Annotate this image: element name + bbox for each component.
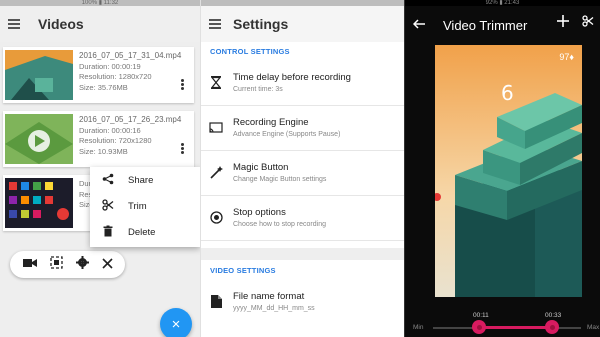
magic-wand-icon — [209, 165, 223, 179]
video-thumbnail-3[interactable] — [5, 178, 73, 228]
settings-app-bar: Settings — [201, 6, 404, 42]
file-icon — [209, 294, 223, 308]
page-title: Video Trimmer — [443, 17, 528, 33]
section-divider — [201, 248, 404, 260]
hourglass-icon — [209, 75, 223, 89]
video-card-1[interactable]: 2016_07_05_17_31_04.mp4 Duration: 00:00:… — [3, 47, 194, 103]
menu-item-trim[interactable]: Trim — [90, 193, 200, 219]
setting-time-delay[interactable]: Time delay before recording Current time… — [201, 62, 404, 106]
share-icon — [102, 173, 114, 188]
setting-subtitle: Advance Engine (Supports Pause) — [233, 131, 341, 138]
menu-item-delete[interactable]: Delete — [90, 219, 200, 245]
menu-item-share[interactable]: Share — [90, 167, 200, 193]
video-size: Size: 35.76MB — [79, 82, 128, 92]
video-card-2[interactable]: 2016_07_05_17_26_23.mp4 Duration: 00:00:… — [3, 111, 194, 167]
videos-panel: 100% ▮ 11:32 Videos 2016_07_05_17_31_04.… — [0, 0, 200, 337]
menu-icon[interactable] — [209, 19, 221, 29]
page-title: Videos — [38, 16, 84, 32]
trim-end-time: 00:33 — [545, 312, 562, 319]
videos-app-bar: Videos — [0, 6, 200, 42]
scissors-icon[interactable] — [582, 14, 594, 32]
radio-icon — [209, 210, 223, 224]
setting-magic-button[interactable]: Magic Button Change Magic Button setting… — [201, 152, 404, 196]
gear-icon[interactable] — [75, 255, 89, 274]
setting-subtitle: Change Magic Button settings — [233, 176, 327, 183]
trim-end-handle[interactable] — [545, 320, 559, 334]
video-filename: 2016_07_05_17_31_04.mp4 — [79, 51, 182, 60]
setting-recording-engine[interactable]: Recording Engine Advance Engine (Support… — [201, 107, 404, 151]
setting-title: Recording Engine — [233, 117, 309, 128]
score-big: 6 — [501, 81, 514, 105]
menu-item-label: Share — [128, 174, 154, 186]
close-fab-button[interactable]: × — [160, 308, 192, 337]
screenshot-icon[interactable] — [49, 255, 63, 274]
section-header-control: CONTROL SETTINGS — [210, 47, 290, 56]
more-options-icon[interactable] — [181, 143, 184, 154]
trash-icon — [102, 225, 114, 240]
setting-subtitle: yyyy_MM_dd_HH_mm_ss — [233, 305, 315, 312]
trim-selected-range — [477, 326, 552, 329]
page-title: Settings — [233, 16, 289, 32]
setting-subtitle: Choose how to stop recording — [233, 221, 326, 228]
section-header-video: VIDEO SETTINGS — [210, 266, 276, 275]
menu-item-label: Trim — [128, 200, 147, 212]
setting-stop-options[interactable]: Stop options Choose how to stop recordin… — [201, 197, 404, 241]
setting-title: Magic Button — [233, 162, 289, 173]
score-small: 97♦ — [559, 52, 574, 62]
close-icon[interactable] — [101, 256, 113, 274]
video-resolution: Resolution: 1280x720 — [79, 72, 152, 81]
cast-icon — [209, 120, 223, 134]
trimmer-panel: 92% ▮ 21:43 Video Trimmer 6 97♦ 00:11 00… — [404, 0, 600, 337]
setting-subtitle: Current time: 3s — [233, 86, 283, 93]
menu-icon[interactable] — [8, 19, 20, 29]
video-resolution: Resolution: 720x1280 — [79, 136, 152, 145]
video-preview[interactable]: 6 97♦ — [435, 45, 582, 297]
video-filename: 2016_07_05_17_26_23.mp4 — [79, 115, 182, 124]
trimmer-app-bar: Video Trimmer — [405, 6, 600, 44]
video-duration: Duration: 00:00:16 — [79, 125, 141, 135]
setting-title: File name format — [233, 291, 305, 302]
setting-file-name-format[interactable]: File name format yyyy_MM_dd_HH_mm_ss — [201, 281, 404, 325]
video-thumbnail-1[interactable] — [5, 50, 73, 100]
trim-start-handle[interactable] — [472, 320, 486, 334]
setting-title: Time delay before recording — [233, 72, 351, 83]
recorder-toolbar — [10, 251, 125, 278]
video-context-menu: Share Trim Delete — [90, 167, 200, 247]
max-label: Max — [587, 324, 600, 331]
min-label: Min — [413, 324, 424, 331]
video-duration: Duration: 00:00:19 — [79, 61, 141, 71]
setting-title: Stop options — [233, 207, 286, 218]
trim-start-time: 00:11 — [473, 312, 489, 319]
add-icon[interactable] — [557, 14, 569, 32]
back-arrow-icon[interactable] — [412, 16, 425, 34]
video-camera-icon[interactable] — [22, 256, 37, 274]
scissors-icon — [102, 198, 114, 214]
video-info-1: 2016_07_05_17_31_04.mp4 Duration: 00:00:… — [79, 51, 181, 93]
settings-panel: Settings CONTROL SETTINGS Time delay bef… — [200, 0, 404, 337]
video-info-2: 2016_07_05_17_26_23.mp4 Duration: 00:00:… — [79, 115, 181, 157]
more-options-icon[interactable] — [181, 79, 184, 90]
video-size: Size: 10.93MB — [79, 146, 128, 156]
menu-item-label: Delete — [128, 226, 156, 238]
video-thumbnail-2[interactable] — [5, 114, 73, 164]
